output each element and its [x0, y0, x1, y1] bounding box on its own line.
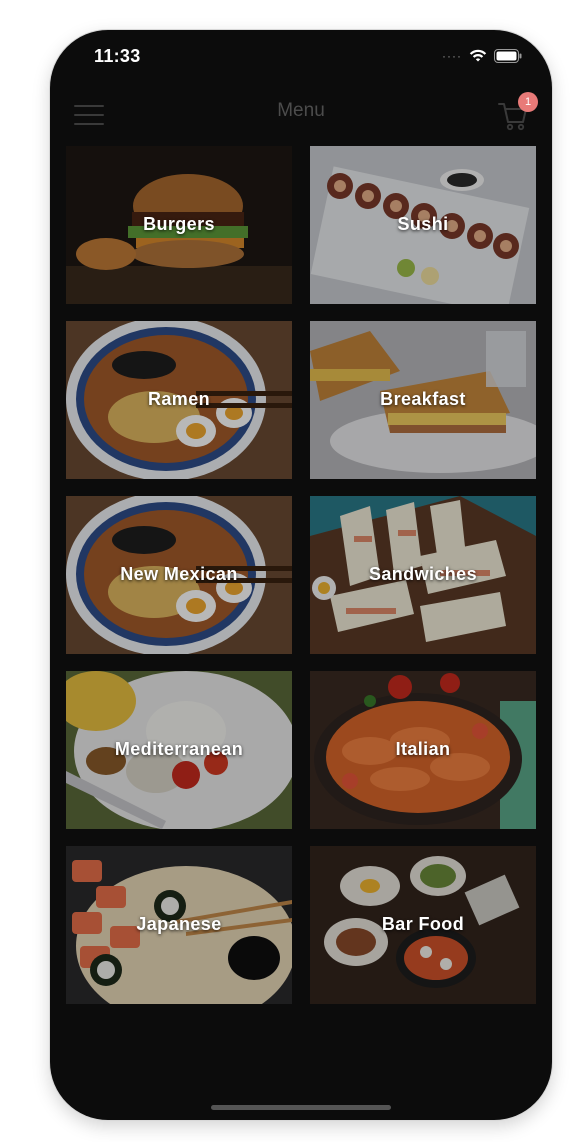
- category-tile-ramen[interactable]: Ramen: [66, 321, 292, 479]
- category-label: Sandwiches: [368, 564, 478, 584]
- category-tile-japanese[interactable]: Japanese: [66, 846, 292, 1004]
- wifi-icon: [469, 49, 487, 62]
- category-label: Mediterranean: [114, 739, 244, 759]
- category-tile-burgers[interactable]: Burgers: [66, 146, 292, 304]
- category-tile-sushi[interactable]: Sushi: [310, 146, 536, 304]
- shopping-cart-button[interactable]: 1: [496, 92, 538, 132]
- category-tile-mediterranean[interactable]: Mediterranean: [66, 671, 292, 829]
- category-tile-breakfast[interactable]: Breakfast: [310, 321, 536, 479]
- status-icons: ····: [442, 49, 522, 63]
- category-label: Italian: [395, 739, 451, 759]
- category-tile-new-mexican[interactable]: New Mexican: [66, 496, 292, 654]
- category-label: Burgers: [143, 214, 215, 234]
- category-tile-sandwiches[interactable]: Sandwiches: [310, 496, 536, 654]
- category-label: New Mexican: [120, 564, 238, 584]
- category-label: Japanese: [136, 914, 222, 934]
- home-indicator[interactable]: [211, 1105, 391, 1110]
- category-tile-italian[interactable]: Italian: [310, 671, 536, 829]
- category-label: Ramen: [147, 389, 211, 409]
- battery-icon: [494, 49, 522, 63]
- category-label: Sushi: [397, 214, 449, 234]
- category-tile-bar-food[interactable]: Bar Food: [310, 846, 536, 1004]
- category-label: Breakfast: [380, 389, 466, 409]
- page-title: Menu: [277, 100, 325, 121]
- status-time: 11:33: [94, 46, 141, 66]
- category-grid: Burgers Sushi Ramen Breakfast New Mexica…: [66, 146, 536, 1004]
- status-bar: 11:33 ····: [50, 30, 552, 90]
- cart-count-badge: 1: [518, 92, 538, 112]
- category-label: Bar Food: [381, 914, 465, 934]
- navigation-bar: Menu 1: [50, 90, 552, 142]
- phone-screen: 11:33 ···· Menu 1 Burgers Sushi Ramen Br…: [50, 30, 552, 1120]
- signal-dots-icon: ····: [442, 49, 462, 63]
